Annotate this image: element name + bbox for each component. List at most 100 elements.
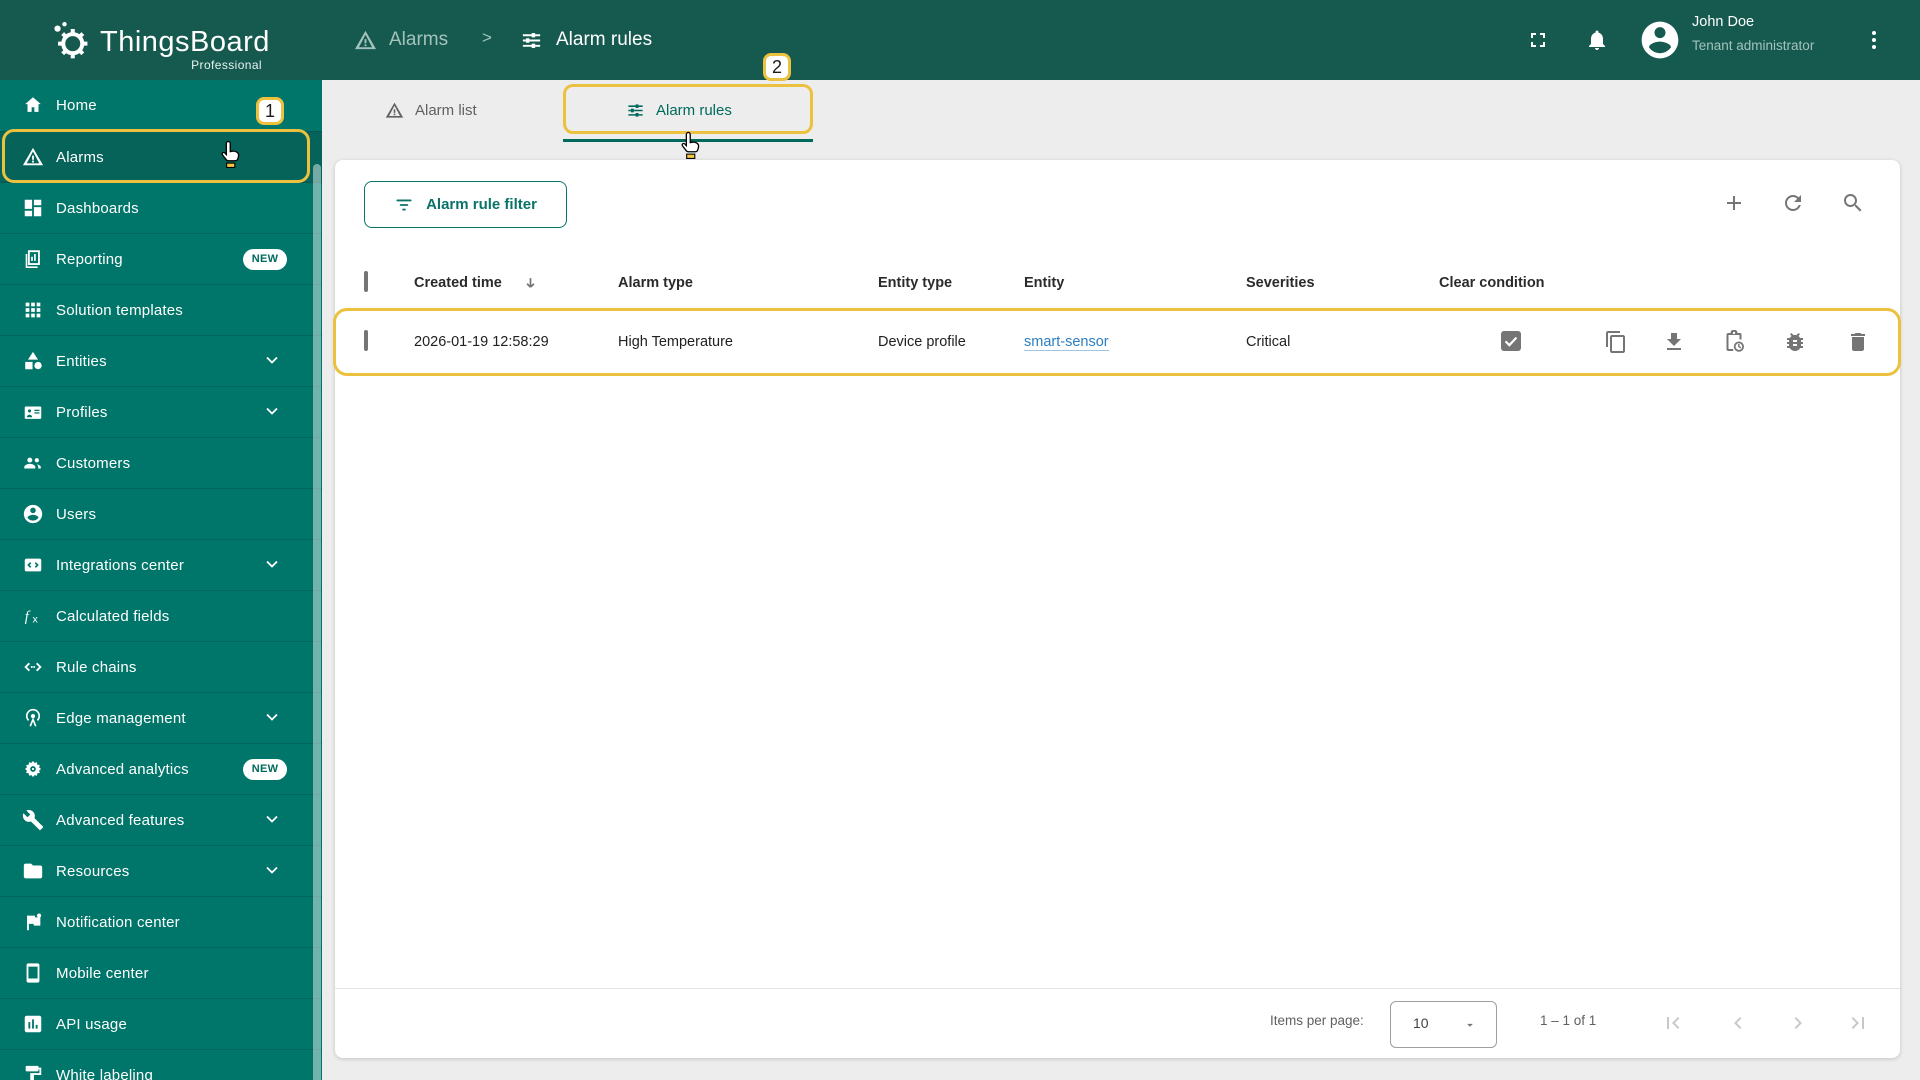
tools-icon	[22, 809, 44, 831]
sidebar-item-users[interactable]: Users	[0, 488, 322, 540]
cursor-hand-icon	[678, 130, 704, 162]
tab-label: Alarm list	[415, 101, 477, 119]
thingsboard-logo-icon	[48, 18, 92, 62]
items-per-page-select[interactable]: 10	[1390, 1001, 1497, 1048]
sidebar-item-label: White labeling	[56, 1067, 154, 1080]
folder-icon	[22, 860, 44, 882]
report-icon	[22, 248, 44, 270]
column-header-severities[interactable]: Severities	[1246, 263, 1315, 303]
sidebar-item-label: Mobile center	[56, 965, 149, 982]
sidebar-item-integrations-center[interactable]: Integrations center	[0, 539, 322, 591]
sidebar-item-calculated-fields[interactable]: fx Calculated fields	[0, 590, 322, 642]
chart-icon	[22, 1013, 44, 1035]
sidebar-item-solution-templates[interactable]: Solution templates	[0, 284, 322, 336]
new-badge: NEW	[243, 249, 287, 270]
avatar[interactable]	[1638, 18, 1682, 62]
bug-debug-icon[interactable]	[1783, 330, 1807, 354]
table-row[interactable]: 2026-01-19 12:58:29 High Temperature Dev…	[335, 308, 1900, 376]
sidebar-item-dashboards[interactable]: Dashboards	[0, 182, 322, 234]
sidebar-item-mobile-center[interactable]: Mobile center	[0, 947, 322, 999]
analytics-icon	[22, 758, 44, 780]
download-icon[interactable]	[1662, 330, 1686, 354]
search-icon[interactable]	[1841, 191, 1865, 215]
tab-alarm-list[interactable]: Alarm list	[385, 80, 477, 140]
flag-icon	[22, 911, 44, 933]
last-page-icon[interactable]	[1846, 1011, 1870, 1035]
first-page-icon[interactable]	[1661, 1011, 1685, 1035]
sort-descending-icon[interactable]	[523, 276, 538, 291]
sidebar-item-resources[interactable]: Resources	[0, 845, 322, 897]
next-page-icon[interactable]	[1786, 1011, 1810, 1035]
breadcrumb-alarm-rules-icon	[520, 29, 543, 52]
sidebar-item-label: Customers	[56, 455, 131, 472]
sidebar-item-label: Integrations center	[56, 557, 185, 574]
breadcrumb-parent[interactable]: Alarms	[389, 29, 448, 51]
column-header-clear-condition[interactable]: Clear condition	[1439, 263, 1545, 303]
sidebar-item-entities[interactable]: Entities	[0, 335, 322, 387]
sidebar-item-advanced-features[interactable]: Advanced features	[0, 794, 322, 846]
tab-label: Alarm rules	[656, 101, 732, 119]
pagination-divider	[335, 988, 1900, 989]
sidebar-item-advanced-analytics[interactable]: Advanced analytics NEW	[0, 743, 322, 795]
sidebar-item-white-labeling[interactable]: White labeling	[0, 1049, 322, 1080]
chevron-down-icon	[266, 356, 278, 364]
sidebar-item-rule-chains[interactable]: Rule chains	[0, 641, 322, 693]
chevron-down-icon	[266, 560, 278, 568]
copy-icon[interactable]	[1604, 330, 1628, 354]
chevron-down-icon	[266, 815, 278, 823]
select-all-checkbox[interactable]	[364, 271, 368, 292]
sidebar-nav: Home Alarms Dashboards Reporting NEW Sol…	[0, 80, 322, 1080]
breadcrumb-current: Alarm rules	[556, 29, 653, 50]
sidebar-item-label: Rule chains	[56, 659, 137, 676]
schedule-clipboard-icon[interactable]	[1722, 330, 1746, 354]
phone-icon	[22, 962, 44, 984]
column-header-entity[interactable]: Entity	[1024, 263, 1064, 303]
alarm-rule-filter-button[interactable]: Alarm rule filter	[364, 181, 567, 228]
sidebar-item-label: Calculated fields	[56, 608, 170, 625]
sidebar-item-label: Resources	[56, 863, 130, 880]
tune-icon	[626, 101, 645, 120]
kebab-menu-icon[interactable]	[1862, 28, 1886, 52]
notifications-bell-icon[interactable]	[1585, 28, 1609, 52]
items-per-page-label: Items per page:	[1270, 1013, 1364, 1028]
antenna-icon	[22, 707, 44, 729]
sidebar-item-notification-center[interactable]: Notification center	[0, 896, 322, 948]
sidebar-item-profiles[interactable]: Profiles	[0, 386, 322, 438]
row-checkbox[interactable]	[364, 330, 368, 351]
paint-icon	[22, 1064, 44, 1080]
filter-icon	[396, 199, 412, 210]
sidebar-item-alarms[interactable]: Alarms	[0, 131, 322, 183]
svg-text:x: x	[33, 613, 39, 625]
column-header-entity-type[interactable]: Entity type	[878, 263, 952, 303]
alarm-type-cell: High Temperature	[618, 334, 733, 350]
apps-icon	[22, 299, 44, 321]
user-name: John Doe	[1692, 14, 1755, 30]
sidebar-item-edge-management[interactable]: Edge management	[0, 692, 322, 744]
refresh-icon[interactable]	[1781, 191, 1805, 215]
column-header-created-time[interactable]: Created time	[414, 263, 502, 303]
sidebar-item-label: Reporting	[56, 251, 123, 268]
warning-icon	[385, 101, 404, 120]
sidebar-item-reporting[interactable]: Reporting NEW	[0, 233, 322, 285]
previous-page-icon[interactable]	[1726, 1011, 1750, 1035]
cursor-hand-icon	[218, 139, 244, 171]
column-header-alarm-type[interactable]: Alarm type	[618, 263, 693, 303]
clear-condition-checkbox[interactable]	[1501, 331, 1521, 351]
sidebar-scrollbar[interactable]	[313, 164, 321, 1080]
entity-link[interactable]: smart-sensor	[1024, 334, 1109, 351]
fullscreen-icon[interactable]	[1526, 28, 1550, 52]
integration-icon	[22, 554, 44, 576]
sidebar-item-label: Notification center	[56, 914, 180, 931]
sidebar-item-api-usage[interactable]: API usage	[0, 998, 322, 1050]
severity-cell: Critical	[1246, 334, 1291, 350]
warning-icon	[22, 146, 44, 168]
entity-link-cell: smart-sensor	[1024, 308, 1109, 376]
add-icon[interactable]	[1722, 191, 1746, 215]
logo-title: ThingsBoard	[100, 26, 270, 58]
thingsboard-app: ThingsBoard Professional Alarms > Alarm …	[0, 0, 1920, 1080]
delete-trash-icon[interactable]	[1846, 330, 1870, 354]
rule-chain-icon	[22, 656, 44, 678]
sidebar-item-label: Solution templates	[56, 302, 184, 319]
alarm-rules-card: Alarm rule filter Created time Alarm typ…	[335, 160, 1900, 1058]
sidebar-item-customers[interactable]: Customers	[0, 437, 322, 489]
